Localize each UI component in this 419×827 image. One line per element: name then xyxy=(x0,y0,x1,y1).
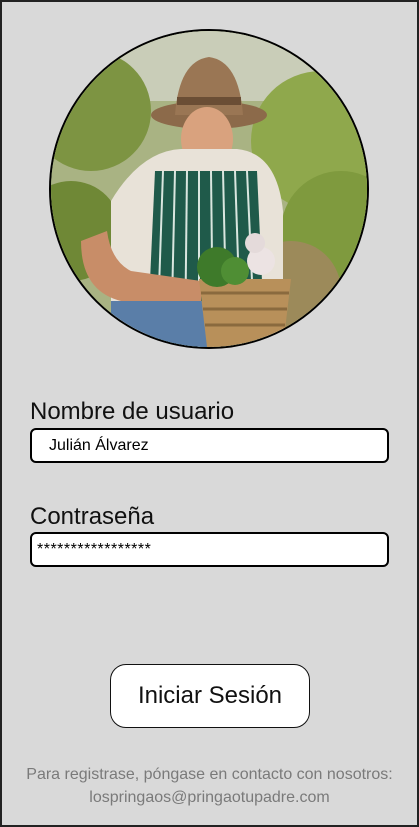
username-field[interactable]: Julián Álvarez xyxy=(30,428,389,463)
username-label: Nombre de usuario xyxy=(30,398,235,425)
profile-photo xyxy=(49,29,369,349)
farmer-photo-illustration xyxy=(51,31,367,347)
contact-email-link[interactable]: lospringaos@pringaotupadre.com xyxy=(0,789,419,807)
username-value: Julián Álvarez xyxy=(49,436,149,454)
login-button[interactable]: Iniciar Sesión xyxy=(110,664,310,728)
password-field[interactable]: ***************** xyxy=(30,532,389,567)
password-label: Contraseña xyxy=(30,503,155,530)
register-info-text: Para registrase, póngase en contacto con… xyxy=(26,766,393,783)
password-value: ***************** xyxy=(37,540,152,558)
